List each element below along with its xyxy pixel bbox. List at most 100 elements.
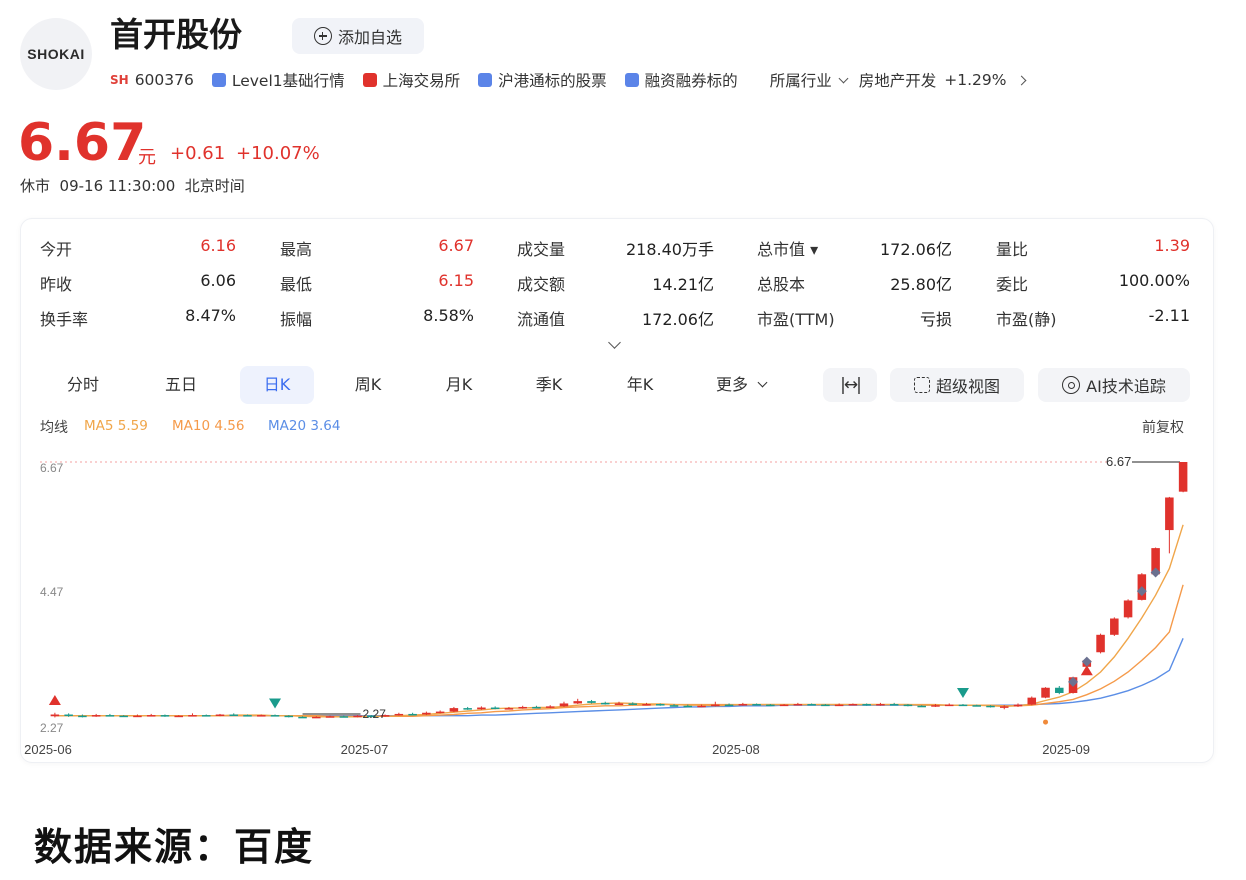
y-axis-tick-label: 4.47	[40, 585, 64, 599]
candle-body	[229, 714, 239, 717]
stat-label-dropdown[interactable]: 总市值 ▾	[757, 236, 818, 260]
candle-body	[600, 702, 610, 705]
candle-body	[848, 704, 858, 706]
tag-level1[interactable]: Level1基础行情	[211, 69, 345, 91]
tab-daily-k[interactable]: 日K	[240, 366, 314, 404]
stat-value: 8.58%	[423, 306, 474, 325]
candle-body	[1055, 687, 1064, 693]
candle-body	[889, 704, 899, 706]
stat-value: 1.39	[1154, 236, 1190, 255]
fullscreen-frame-icon	[913, 377, 930, 393]
candle-body	[146, 715, 156, 717]
stat-value: 172.06亿	[642, 310, 714, 329]
candle-body	[834, 704, 844, 707]
company-logo: SHOKAI	[20, 18, 92, 90]
signal-dot	[1043, 719, 1049, 725]
candle-body	[1013, 704, 1023, 707]
candle-body	[298, 716, 307, 719]
tag-label: 融资融券标的	[644, 72, 738, 90]
candle-body	[174, 715, 183, 718]
ma10-legend: MA10 4.56	[172, 418, 245, 434]
add-watchlist-button[interactable]: 添加自选	[292, 18, 424, 54]
ai-track-button[interactable]: AI技术追踪	[1038, 368, 1190, 402]
candle-body	[738, 704, 748, 706]
candle-body	[325, 716, 335, 718]
x-axis-tick-label: 2025-06	[24, 742, 72, 757]
candle-body	[532, 706, 541, 709]
candle-body	[1165, 497, 1174, 531]
tag-sse[interactable]: 上海交易所	[362, 69, 460, 91]
hk-connect-icon	[478, 73, 493, 87]
x-axis-tick-label: 2025-08	[712, 742, 760, 757]
candle-body	[711, 704, 720, 707]
candle-body	[463, 708, 472, 710]
candle-body	[999, 706, 1009, 708]
candle-body	[862, 704, 871, 706]
plus-circle-icon	[313, 27, 332, 45]
stat-value: 6.67	[438, 236, 474, 255]
candle-body	[422, 712, 431, 715]
sell-signal-triangle	[269, 698, 282, 709]
stat-value: 6.16	[200, 236, 236, 255]
candle-body	[504, 708, 514, 710]
tab-intraday[interactable]: 分时	[48, 366, 118, 404]
stock-name: 首开股份	[110, 15, 242, 54]
candle-body	[312, 716, 321, 719]
candle-body	[724, 704, 734, 707]
price-change: +0.61	[170, 143, 226, 164]
current-price: 6.67	[18, 113, 147, 173]
tag-margin[interactable]: 融资融券标的	[624, 69, 738, 91]
tab-yearly-k[interactable]: 年K	[605, 366, 675, 404]
buy-signal-triangle	[48, 694, 61, 705]
candle-body	[573, 701, 582, 704]
stat-value: 6.06	[200, 271, 236, 290]
candle-body	[188, 715, 197, 717]
candle-body	[119, 715, 128, 718]
candle-body	[256, 715, 266, 717]
chevron-down-icon	[757, 377, 768, 388]
data-source-caption: 数据来源：百度	[34, 825, 315, 869]
super-view-button[interactable]: 超级视图	[890, 368, 1024, 402]
fit-width-button[interactable]: |↔|	[823, 368, 877, 402]
candle-body	[545, 706, 555, 708]
ma10-line	[54, 584, 1184, 717]
candle-body	[1123, 600, 1133, 618]
stat-label: 量比	[996, 240, 1029, 259]
sse-icon	[362, 73, 377, 87]
stat-label: 今开	[40, 240, 73, 259]
candle-body	[1096, 634, 1105, 653]
ma5-legend: MA5 5.59	[84, 418, 148, 434]
exchange-badge: SH	[110, 73, 129, 87]
candle-body	[91, 715, 101, 717]
candle-body	[669, 705, 679, 707]
industry-link[interactable]: 房地产开发 +1.29%	[858, 69, 1027, 91]
kline-chart[interactable]: 6.67 4.47 2.27 2025-06 2025-07 2025-08 2025-09…	[20, 440, 1200, 770]
candle-body	[1027, 697, 1037, 705]
industry-dropdown[interactable]: 所属行业	[770, 69, 857, 91]
logo-text: SHOKAI	[27, 46, 85, 62]
adjust-mode-label[interactable]: 前复权	[1142, 417, 1184, 437]
tag-label: Level1基础行情	[231, 72, 345, 90]
tag-hk-connect[interactable]: 沪港通标的股票	[478, 69, 607, 91]
stat-label: 最低	[280, 275, 313, 294]
candle-body	[766, 704, 775, 707]
candle-body	[614, 703, 624, 705]
tab-weekly-k[interactable]: 周K	[333, 366, 403, 404]
tab-five-day[interactable]: 五日	[146, 366, 216, 404]
candle-body	[1178, 462, 1188, 492]
candle-body	[490, 707, 500, 710]
sell-signal-triangle	[956, 687, 969, 698]
candle-body	[284, 715, 294, 718]
candle-body	[133, 715, 142, 718]
tab-monthly-k[interactable]: 月K	[424, 366, 494, 404]
tab-quarterly-k[interactable]: 季K	[514, 366, 584, 404]
industry-label: 所属行业	[769, 72, 832, 90]
candle-body	[972, 705, 982, 707]
industry-name: 房地产开发	[858, 72, 937, 90]
stat-label: 昨收	[40, 275, 73, 294]
tab-more[interactable]: 更多	[703, 366, 779, 404]
candle-body	[559, 703, 569, 707]
ai-track-icon	[1062, 376, 1081, 394]
ai-track-label: AI技术追踪	[1086, 377, 1166, 396]
stat-label: 总股本	[757, 275, 806, 294]
